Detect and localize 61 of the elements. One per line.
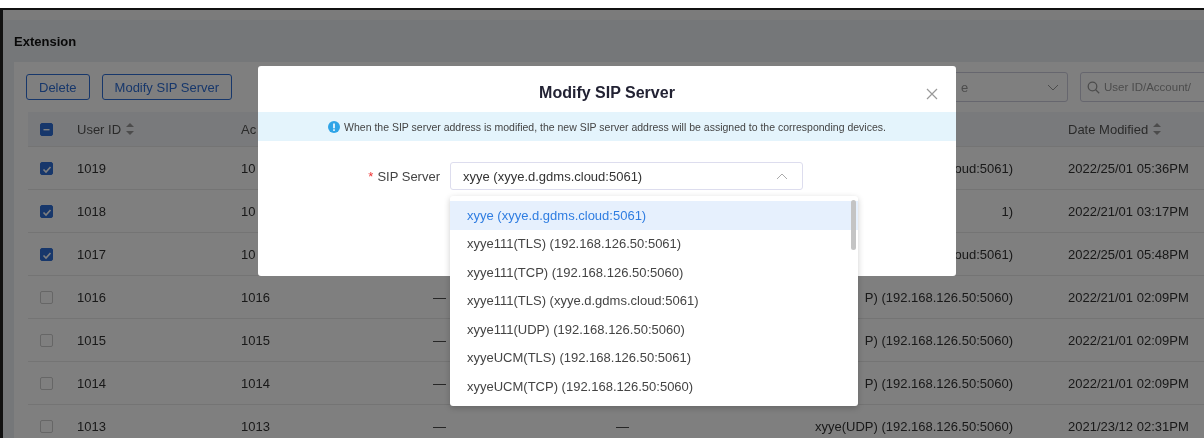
table-cell: 1014 [241,375,270,391]
dropdown-option[interactable]: xyye111(TLS) (192.168.126.50:5061) [450,229,858,258]
dropdown-option[interactable]: xyyeUCM(TCP) (192.168.126.50:5060) [450,372,858,401]
table-cell: 1017 [77,246,106,262]
chevron-up-icon [776,172,788,180]
table-cell: 1014 [77,375,106,391]
table-cell: 2022/21/01 02:09PM [1068,375,1189,391]
dropdown-option[interactable]: xyye (xyye.d.gdms.cloud:5061) [450,201,858,230]
table-cell: oud:5061) [954,246,1013,262]
checkbox[interactable] [40,204,53,218]
checkbox[interactable] [40,247,53,261]
table-cell: 10 [241,246,256,262]
field-label: SIP Server [377,168,440,184]
dropdown-option[interactable]: xyye111(TLS) (xyye.d.gdms.cloud:5061) [450,286,858,315]
checkbox[interactable] [40,122,53,136]
column-header[interactable]: Ac [241,121,257,137]
column-header[interactable]: User ID [77,121,122,137]
column-header[interactable]: Date Modified [1068,121,1149,137]
table-cell: — [433,418,446,434]
dropdown-option[interactable]: xyyeUCM(TLS) (192.168.126.50:5061) [450,343,858,372]
table-cell: 10 [241,203,256,219]
search-icon [1087,80,1100,94]
checkbox[interactable] [40,161,53,175]
table-cell: P) (192.168.126.50:5060) [864,375,1013,391]
table-cell: 1018 [77,203,106,219]
dropdown-option[interactable]: xyye111(UDP) (192.168.126.50:5060) [450,315,858,344]
table-cell: 2022/25/01 05:36PM [1068,160,1189,176]
table-cell: 1013 [241,418,270,434]
table-cell: 10 [241,160,256,176]
table-cell: 2022/21/01 03:17PM [1068,203,1189,219]
table-cell: 2021/23/12 02:31PM [1068,418,1189,434]
sip-server-select[interactable]: xyye (xyye.d.gdms.cloud:5061) [450,162,803,190]
table-cell: 1019 [77,160,106,176]
table-cell: — [616,418,629,434]
table-cell: — [433,289,446,305]
info-icon [328,120,341,133]
page-title: Extension [14,33,77,49]
close-icon [926,88,938,100]
table-cell: P) (192.168.126.50:5060) [864,289,1013,305]
table-cell: 2022/21/01 02:09PM [1068,332,1189,348]
toolbar-button[interactable]: Modify SIP Server [101,74,233,100]
table-cell: 1) [1001,203,1013,219]
table-cell: 1015 [241,332,270,348]
table-cell: — [433,375,446,391]
table-cell: P) (192.168.126.50:5060) [864,332,1013,348]
table-cell: oud:5061) [954,160,1013,176]
table-cell: 1015 [77,332,106,348]
toolbar-button[interactable]: Delete [26,74,90,100]
table-cell: 1016 [241,289,270,305]
table-cell: — [433,332,446,348]
table-cell: 2022/25/01 05:48PM [1068,246,1189,262]
table-cell: 1016 [77,289,106,305]
dropdown-option[interactable]: xyye111(TCP) (192.168.126.50:5060) [450,258,858,287]
chevron-down-icon [1047,83,1059,91]
table-cell: xyye(UDP) (192.168.126.50:5060) [815,418,1013,434]
table-cell: 1013 [77,418,106,434]
table-cell: 2022/21/01 02:09PM [1068,289,1189,305]
scrollbar[interactable] [851,200,856,250]
notice-text: When the SIP server address is modified, the new SIP server address will be assigned to the corresponding devices. [344,120,886,133]
required-mark: * [368,168,374,184]
modal-title: Modify SIP Server [539,84,675,103]
